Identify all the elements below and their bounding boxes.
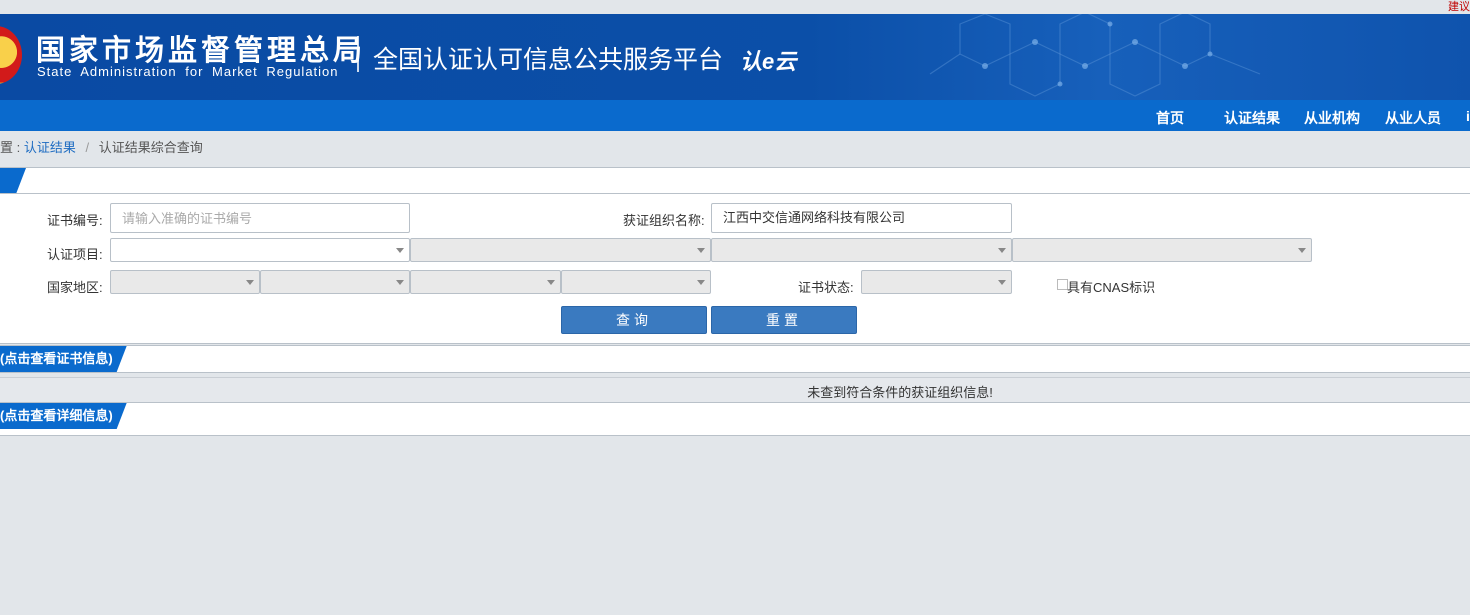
org-name-en: State Administration for Market Regulati… (37, 64, 339, 79)
status-select[interactable] (861, 270, 1012, 294)
nav-item-home[interactable]: 首页 (1156, 108, 1184, 128)
org-name-cn: 国家市场监督管理总局 (36, 35, 367, 67)
national-emblem-icon (0, 26, 22, 84)
cert-no-label: 证书编号: (47, 213, 103, 228)
project-select-3[interactable] (711, 238, 1012, 262)
chevron-down-icon (396, 248, 404, 253)
chevron-down-icon (547, 280, 555, 285)
region-label: 国家地区: (47, 280, 103, 295)
chevron-down-icon (246, 280, 254, 285)
project-select-1[interactable] (110, 238, 410, 262)
breadcrumb-current: 认证结果综合查询 (98, 140, 203, 155)
chevron-down-icon (998, 248, 1006, 253)
breadcrumb: 置 : 认证结果 / 认证结果综合查询 (0, 137, 203, 156)
chevron-down-icon (998, 280, 1006, 285)
nav-item-personnel[interactable]: 从业人员 (1385, 108, 1441, 128)
cnas-label: 具有CNAS标识 (1067, 280, 1156, 295)
reset-button[interactable]: 重置 (711, 306, 857, 334)
nav-item-cert-results[interactable]: 认证结果 (1224, 108, 1280, 128)
breadcrumb-link[interactable]: 认证结果 (24, 140, 76, 155)
project-select-4[interactable] (1012, 238, 1312, 262)
platform-logo: 认e云 (740, 49, 797, 74)
chevron-down-icon (396, 280, 404, 285)
header-banner: 国家市场监督管理总局 State Administration for Mark… (0, 14, 1470, 100)
region-select-4[interactable] (561, 270, 711, 294)
result-message-strip: 未查到符合条件的获证组织信息! (0, 377, 1470, 402)
cert-info-section: (点击查看证书信息) (0, 345, 1470, 373)
org-name-label: 获证组织名称: (623, 213, 705, 228)
breadcrumb-separator: / (85, 140, 90, 155)
platform-title: 全国认证认可信息公共服务平台 (373, 46, 724, 74)
project-label: 认证项目: (47, 247, 103, 262)
chevron-down-icon (697, 280, 705, 285)
top-utility-bar: 建议 (0, 0, 1470, 14)
region-select-3[interactable] (410, 270, 561, 294)
suggestion-link[interactable]: 建议 (1448, 0, 1470, 14)
cert-no-input[interactable] (110, 203, 410, 233)
nav-item-institutions[interactable]: 从业机构 (1304, 108, 1360, 128)
search-panel-tab (0, 168, 26, 194)
nav-item-more[interactable]: i (1466, 108, 1470, 124)
query-button[interactable]: 查询 (561, 306, 707, 334)
status-label: 证书状态: (798, 280, 854, 295)
no-result-message: 未查到符合条件的获证组织信息! (807, 385, 993, 400)
main-nav: 首页 认证结果 从业机构 从业人员 i (0, 100, 1470, 131)
region-select-1[interactable] (110, 270, 260, 294)
chevron-down-icon (697, 248, 705, 253)
network-pattern-decoration (929, 14, 1261, 97)
search-panel-divider (0, 193, 1470, 194)
detail-info-section: (点击查看详细信息) (0, 402, 1470, 436)
chevron-down-icon (1298, 248, 1306, 253)
detail-info-tab[interactable]: (点击查看详细信息) (0, 403, 127, 429)
project-select-2[interactable] (410, 238, 711, 262)
region-select-2[interactable] (260, 270, 410, 294)
cert-info-tab[interactable]: (点击查看证书信息) (0, 346, 127, 372)
header-divider (357, 36, 359, 72)
org-name-input[interactable]: 江西中交信通网络科技有限公司 (711, 203, 1012, 233)
breadcrumb-prefix: 置 : (0, 140, 21, 155)
